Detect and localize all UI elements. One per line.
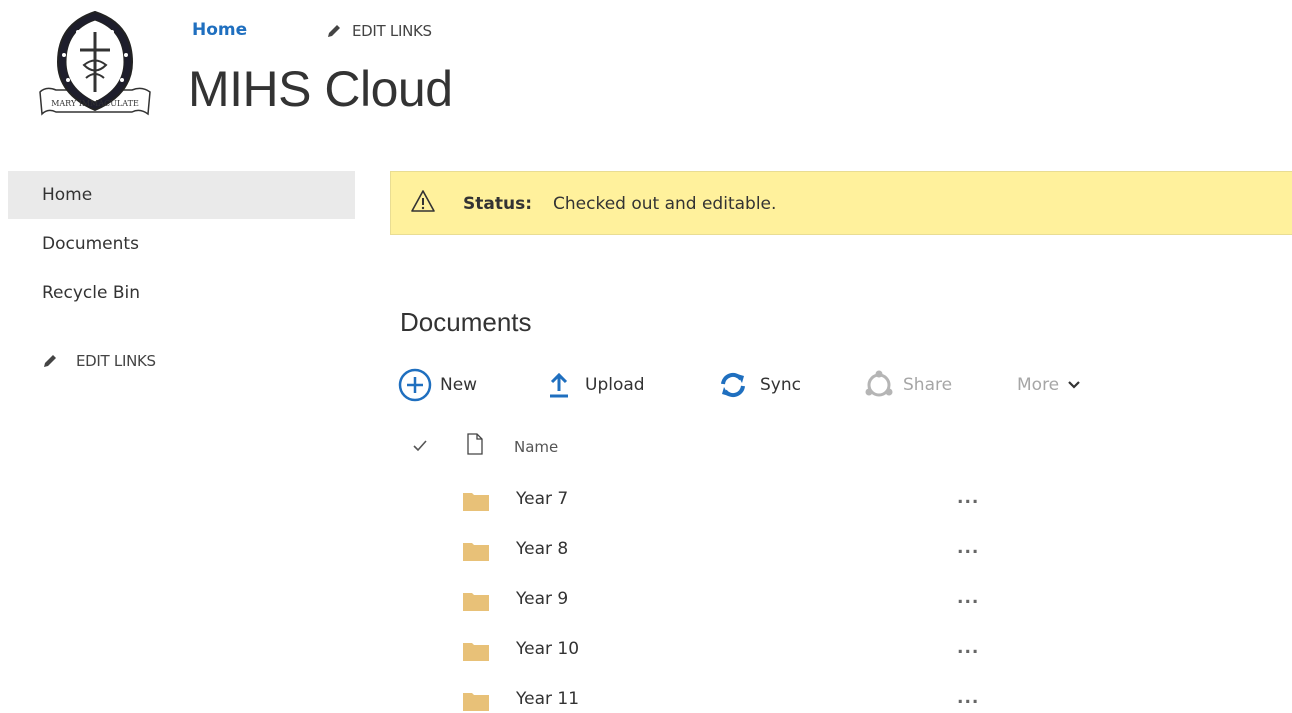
chevron-down-icon (1068, 381, 1080, 389)
top-edit-links-button[interactable]: EDIT LINKS (326, 22, 432, 40)
status-text: Checked out and editable. (553, 194, 777, 214)
item-menu-button[interactable]: ... (957, 588, 979, 608)
upload-arrow-icon (550, 372, 568, 398)
top-edit-links-label: EDIT LINKS (352, 22, 432, 40)
sync-label: Sync (760, 375, 801, 395)
folder-name[interactable]: Year 11 (516, 689, 579, 709)
item-menu-button[interactable]: ... (957, 638, 979, 658)
upload-button[interactable]: Upload (547, 370, 645, 400)
nav-edit-links-button[interactable]: EDIT LINKS (42, 352, 156, 370)
new-label: New (440, 375, 478, 395)
new-button[interactable]: New (398, 368, 478, 402)
status-label: Status: (463, 194, 532, 214)
folder-name[interactable]: Year 7 (516, 489, 568, 509)
more-button[interactable]: More (1017, 370, 1081, 400)
school-crest-logo: MARY IMMACULATE (39, 10, 151, 116)
item-menu-button[interactable]: ... (957, 488, 979, 508)
folder-icon (463, 593, 489, 611)
list-item[interactable]: Year 9 ... (0, 575, 1292, 625)
nav-item-home[interactable]: Home (42, 185, 92, 205)
warning-icon (411, 190, 435, 212)
site-title[interactable]: MIHS Cloud (188, 60, 453, 118)
more-label: More (1017, 375, 1060, 395)
share-label: Share (903, 375, 953, 395)
share-icon (865, 370, 893, 397)
sync-icon (721, 372, 745, 398)
item-menu-button[interactable]: ... (957, 688, 979, 708)
logo-ribbon-text: MARY IMMACULATE (51, 99, 139, 108)
file-type-icon (467, 433, 483, 455)
nav-edit-links-label: EDIT LINKS (76, 352, 156, 370)
plus-circle-icon (398, 368, 432, 402)
list-item[interactable]: Year 10 ... (0, 625, 1292, 675)
list-item[interactable]: Year 11 ... (0, 675, 1292, 713)
nav-item-recycle-bin[interactable]: Recycle Bin (42, 283, 140, 303)
folder-icon (463, 493, 489, 511)
upload-label: Upload (585, 375, 645, 395)
top-nav-home-link[interactable]: Home (192, 20, 247, 40)
share-button[interactable]: Share (863, 370, 952, 400)
folder-icon (463, 543, 489, 561)
folder-name[interactable]: Year 10 (516, 639, 579, 659)
pencil-icon (44, 355, 56, 367)
nav-item-documents[interactable]: Documents (42, 234, 139, 254)
list-item[interactable]: Year 8 ... (0, 525, 1292, 575)
pencil-icon (328, 25, 340, 37)
documents-title[interactable]: Documents (400, 307, 532, 338)
folder-icon (463, 643, 489, 661)
folder-name[interactable]: Year 9 (516, 589, 568, 609)
list-item[interactable]: Year 7 ... (0, 475, 1292, 525)
column-header-name[interactable]: Name (514, 438, 558, 456)
select-all-check-icon[interactable] (411, 437, 429, 455)
folder-name[interactable]: Year 8 (516, 539, 568, 559)
sync-button[interactable]: Sync (718, 370, 801, 400)
item-menu-button[interactable]: ... (957, 538, 979, 558)
folder-icon (463, 693, 489, 711)
